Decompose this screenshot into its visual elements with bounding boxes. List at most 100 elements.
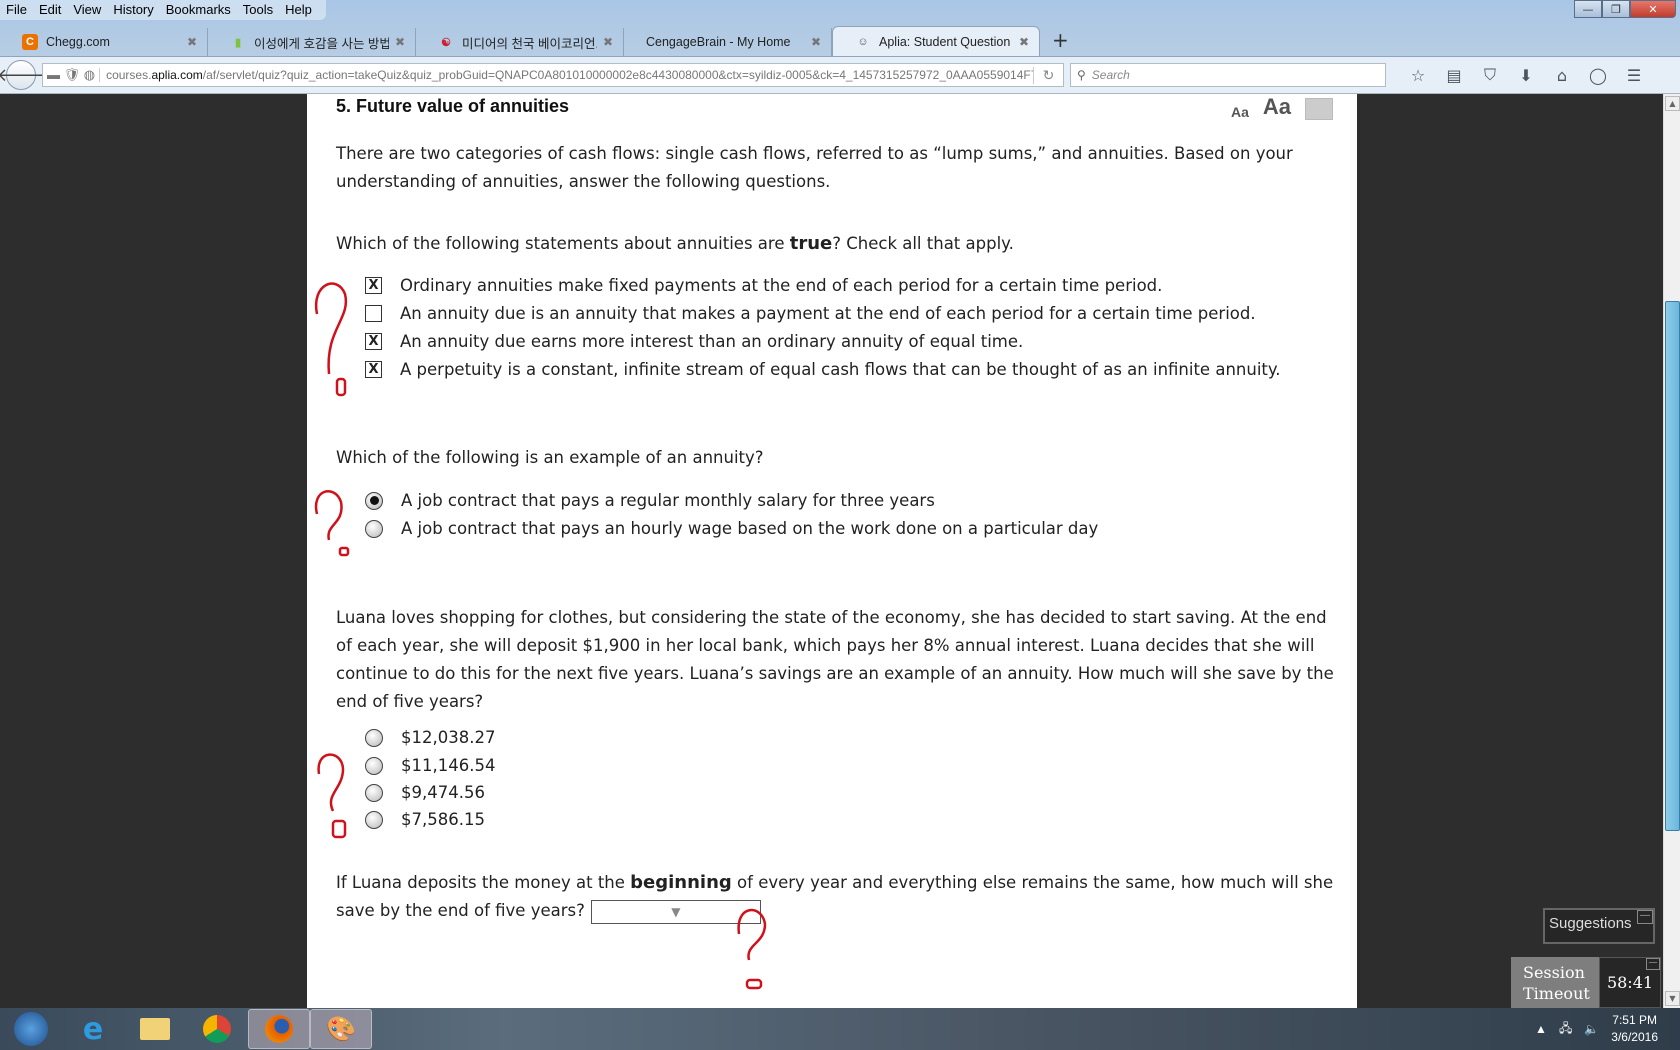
- reload-icon[interactable]: ↻: [1033, 66, 1063, 84]
- search-icon: ⚲: [1077, 68, 1086, 82]
- volume-icon[interactable]: 🔈: [1584, 1022, 1599, 1036]
- chegg-favicon-icon: C: [22, 34, 38, 50]
- new-tab-button[interactable]: +: [1040, 28, 1069, 56]
- tab-strip: C Chegg.com ✖ ▮ 이성에게 호감을 사는 방법... ✖ ☯ 미디…: [0, 24, 1069, 56]
- handwritten-question-mark: [737, 908, 767, 990]
- text-size-small-button[interactable]: Aa: [1231, 104, 1249, 120]
- window-controls: — ❐ ✕: [1574, 0, 1676, 18]
- tab-chegg[interactable]: C Chegg.com ✖: [0, 28, 208, 56]
- radio-selected[interactable]: [365, 491, 383, 510]
- close-tab-icon[interactable]: ✖: [811, 35, 821, 49]
- address-bar[interactable]: ▬ 🛡 ◍ courses.aplia.com/af/servlet/quiz?…: [42, 63, 1064, 87]
- checkbox-unchecked[interactable]: [365, 305, 382, 322]
- site-identity-icon[interactable]: ▬ 🛡 ◍: [43, 67, 99, 83]
- close-tab-icon[interactable]: ✖: [187, 35, 197, 49]
- question-page: 5. Future value of annuities Aa Aa There…: [307, 94, 1357, 1008]
- intro-text: There are two categories of cash flows: …: [336, 144, 1293, 191]
- text-size-controls: Aa Aa: [1231, 94, 1333, 120]
- minimize-icon[interactable]: —: [1646, 958, 1660, 970]
- pocket-icon[interactable]: ⛉: [1472, 65, 1508, 85]
- close-tab-icon[interactable]: ✖: [1019, 35, 1029, 49]
- search-input[interactable]: ⚲ Search: [1070, 63, 1386, 87]
- q3-option[interactable]: $11,146.54: [365, 756, 495, 775]
- radio-unselected[interactable]: [365, 756, 383, 775]
- q3-option[interactable]: $12,038.27: [365, 728, 495, 747]
- internet-explorer-icon: e: [82, 1011, 104, 1047]
- tab-cengagebrain[interactable]: CengageBrain - My Home ✖: [624, 28, 832, 56]
- menu-file[interactable]: File: [0, 0, 33, 20]
- reading-list-icon[interactable]: ▤: [1436, 66, 1472, 85]
- windows-taskbar: e 🎨 ▲ 🖧 🔈 7:51 PM 3/6/2016: [0, 1008, 1680, 1050]
- folder-icon: [140, 1018, 170, 1040]
- tab-korean-1[interactable]: ▮ 이성에게 호감을 사는 방법... ✖: [208, 28, 416, 56]
- star-icon[interactable]: ☆: [1400, 66, 1436, 85]
- download-icon[interactable]: ⬇: [1508, 66, 1544, 85]
- clock[interactable]: 7:51 PM 3/6/2016: [1611, 1012, 1658, 1046]
- print-icon[interactable]: [1305, 98, 1333, 120]
- menu-view[interactable]: View: [67, 0, 107, 20]
- taskbar-firefox[interactable]: [248, 1009, 310, 1049]
- scroll-thumb[interactable]: [1665, 301, 1680, 831]
- taskbar-chrome[interactable]: [186, 1009, 248, 1049]
- home-icon[interactable]: ⌂: [1544, 66, 1580, 85]
- chrome-icon: [203, 1015, 231, 1043]
- menu-icon[interactable]: ☰: [1616, 66, 1652, 85]
- scroll-down-icon[interactable]: ▼: [1665, 991, 1680, 1006]
- back-button[interactable]: 🡐: [0, 60, 45, 90]
- navigation-toolbar: 🡐 ▬ 🛡 ◍ courses.aplia.com/af/servlet/qui…: [0, 56, 1680, 94]
- q3-option[interactable]: $9,474.56: [365, 783, 485, 802]
- minimize-button[interactable]: —: [1574, 0, 1602, 18]
- taskbar-ie[interactable]: e: [62, 1009, 124, 1049]
- show-hidden-icons-icon[interactable]: ▲: [1535, 1022, 1547, 1036]
- taskbar-explorer[interactable]: [124, 1009, 186, 1049]
- network-icon[interactable]: 🖧: [1559, 1019, 1572, 1040]
- q4-prompt: If Luana deposits the money at the begin…: [336, 869, 1336, 925]
- checkbox-checked[interactable]: X: [365, 277, 382, 294]
- menu-help[interactable]: Help: [279, 0, 318, 20]
- radio-unselected[interactable]: [365, 519, 383, 538]
- q1-option[interactable]: An annuity due is an annuity that makes …: [365, 304, 1256, 323]
- checkbox-checked[interactable]: X: [365, 361, 382, 378]
- close-tab-icon[interactable]: ✖: [603, 35, 613, 49]
- radio-unselected[interactable]: [365, 783, 383, 802]
- chat-icon[interactable]: ◯: [1580, 66, 1616, 85]
- text-size-large-button[interactable]: Aa: [1263, 94, 1291, 120]
- handwritten-question-mark: [314, 282, 348, 397]
- taskbar-paint[interactable]: 🎨: [310, 1009, 372, 1049]
- checkbox-checked[interactable]: X: [365, 333, 382, 350]
- menu-bookmarks[interactable]: Bookmarks: [160, 0, 237, 20]
- dropdown-arrow-icon: ▼: [671, 904, 681, 919]
- q2-option[interactable]: A job contract that pays a regular month…: [365, 491, 935, 510]
- close-tab-icon[interactable]: ✖: [395, 35, 405, 49]
- q3-option[interactable]: $7,586.15: [365, 810, 485, 829]
- q1-option[interactable]: XA perpetuity is a constant, infinite st…: [365, 360, 1281, 379]
- suggestions-button[interactable]: Suggestions —: [1543, 908, 1655, 944]
- menu-history[interactable]: History: [107, 0, 159, 20]
- toolbar-icons: ☆ ▤ ⛉ ⬇ ⌂ ◯ ☰: [1400, 65, 1652, 85]
- session-timer: 58:41—: [1599, 957, 1661, 1008]
- minimize-icon[interactable]: —: [1637, 910, 1653, 924]
- q1-prompt: Which of the following statements about …: [336, 233, 1014, 254]
- start-button[interactable]: [0, 1009, 62, 1049]
- tab-korean-2[interactable]: ☯ 미디어의 천국 베이코리언... ✖: [416, 28, 624, 56]
- q1-option[interactable]: X An annuity due earns more interest than…: [365, 332, 1023, 351]
- window-titlebar: File Edit View History Bookmarks Tools H…: [0, 0, 1680, 56]
- radio-unselected[interactable]: [365, 728, 383, 747]
- handwritten-question-mark: [317, 753, 347, 839]
- menu-edit[interactable]: Edit: [33, 0, 67, 20]
- tab-aplia[interactable]: ☺ Aplia: Student Question ✖: [832, 26, 1040, 56]
- q2-option[interactable]: A job contract that pays an hourly wage …: [365, 519, 1098, 538]
- page-scrollbar[interactable]: ▲ ▼: [1663, 94, 1680, 1008]
- radio-unselected[interactable]: [365, 810, 383, 829]
- handwritten-question-mark: [314, 490, 350, 557]
- back-arrow-icon: 🡐: [0, 64, 46, 86]
- q1-option[interactable]: X Ordinary annuities make fixed payments …: [365, 276, 1162, 295]
- close-window-button[interactable]: ✕: [1630, 0, 1676, 18]
- restore-button[interactable]: ❐: [1602, 0, 1630, 18]
- menu-tools[interactable]: Tools: [237, 0, 279, 20]
- menu-bar: File Edit View History Bookmarks Tools H…: [0, 0, 326, 20]
- scroll-up-icon[interactable]: ▲: [1665, 96, 1680, 111]
- url-text[interactable]: courses.aplia.com/af/servlet/quiz?quiz_a…: [99, 68, 1033, 82]
- question-title: 5. Future value of annuities: [336, 96, 570, 116]
- tab-label: 미디어의 천국 베이코리언...: [462, 36, 597, 51]
